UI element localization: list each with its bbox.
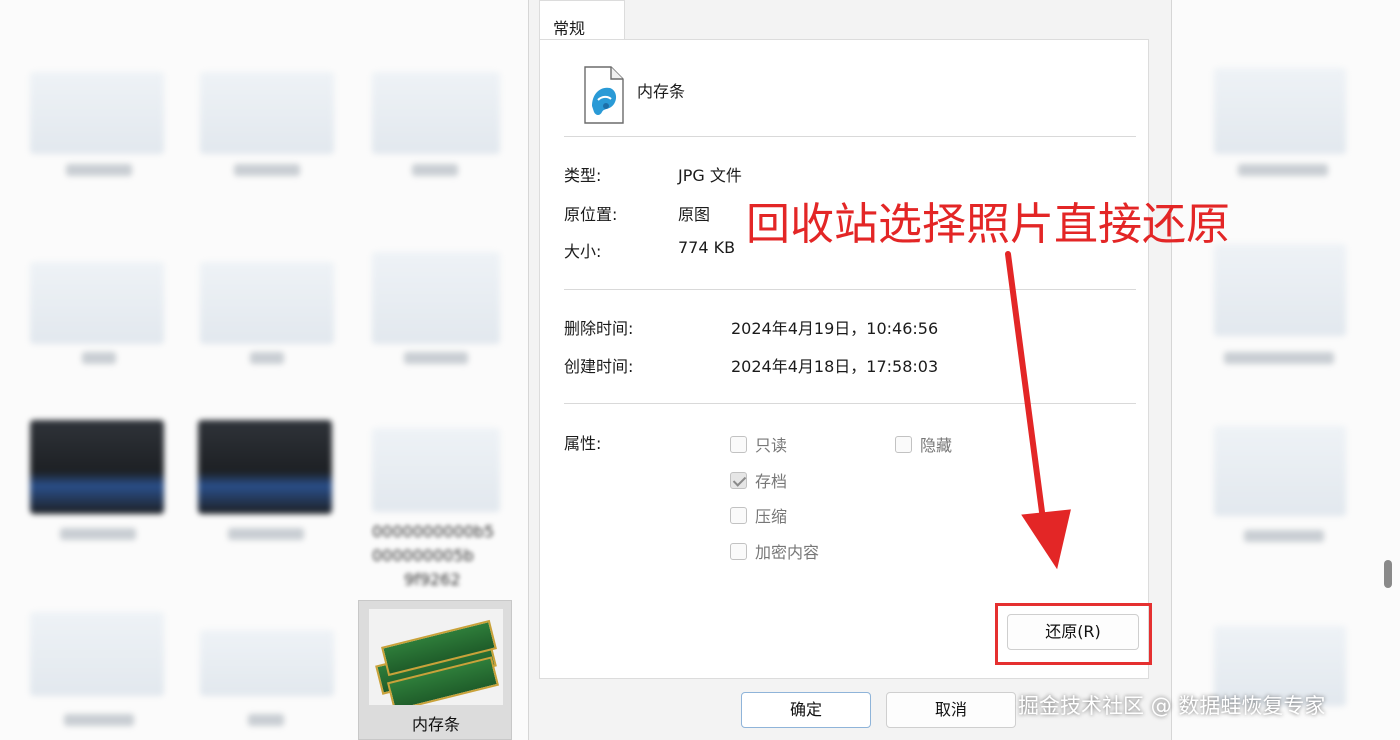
blurred-thumbnail[interactable] [30, 72, 164, 154]
explorer-left-area: 0000000000b5 000000005b 9f9262 内存条 [0, 0, 528, 740]
blurred-caption [250, 352, 284, 364]
blurred-caption [248, 714, 284, 726]
blurred-caption [228, 528, 304, 540]
encrypt-checkbox-row[interactable]: 加密内容 [730, 539, 819, 563]
archive-checkbox-label: 存档 [755, 472, 788, 491]
annotation-text: 回收站选择照片直接还原 [746, 199, 1230, 250]
archive-checkbox[interactable] [730, 471, 747, 489]
ok-button[interactable]: 确定 [741, 692, 871, 728]
blurred-thumbnail[interactable] [1214, 426, 1346, 516]
hidden-checkbox[interactable] [895, 435, 912, 453]
compress-checkbox[interactable] [730, 506, 747, 524]
location-label: 原位置: [564, 205, 618, 224]
readonly-checkbox[interactable] [730, 435, 747, 453]
type-value: JPG 文件 [678, 166, 742, 185]
blurred-caption [64, 714, 134, 726]
blurred-caption [234, 164, 300, 176]
hidden-checkbox-row[interactable]: 隐藏 [895, 432, 952, 456]
blurred-caption-text: 0000000000b5 [372, 522, 495, 541]
selected-file-tile[interactable]: 内存条 [358, 600, 512, 740]
blurred-thumbnail-dark[interactable] [30, 420, 164, 514]
size-value: 774 KB [678, 238, 736, 257]
blurred-thumbnail[interactable] [372, 252, 500, 344]
blurred-thumbnail[interactable] [30, 612, 164, 696]
blurred-caption [82, 352, 116, 364]
blurred-caption [1224, 352, 1334, 364]
blurred-thumbnail[interactable] [1214, 68, 1346, 154]
created-value: 2024年4月18日，17:58:03 [731, 357, 939, 376]
blurred-thumbnail[interactable] [372, 428, 500, 512]
archive-checkbox-row[interactable]: 存档 [730, 468, 787, 492]
image-file-icon [584, 66, 624, 124]
divider [564, 136, 1136, 137]
blurred-caption [404, 352, 468, 364]
blurred-caption [412, 164, 458, 176]
blurred-thumbnail[interactable] [200, 262, 334, 344]
blurred-thumbnail[interactable] [372, 72, 500, 154]
blurred-thumbnail[interactable] [1214, 244, 1346, 336]
blurred-thumbnail-dark[interactable] [198, 420, 332, 514]
created-label: 创建时间: [564, 357, 634, 376]
blurred-thumbnail[interactable] [200, 630, 334, 696]
blurred-thumbnail[interactable] [200, 72, 334, 154]
blurred-caption [66, 164, 132, 176]
blurred-caption-text: 000000005b [372, 546, 474, 565]
tab-general[interactable]: 常规 [539, 0, 625, 40]
selected-file-label: 内存条 [411, 715, 460, 734]
tab-bar: 常规 [539, 0, 1149, 40]
type-label: 类型: [564, 166, 602, 185]
blurred-thumbnail[interactable] [30, 262, 164, 344]
blurred-caption [1244, 530, 1324, 542]
file-name: 内存条 [637, 82, 686, 101]
deleted-value: 2024年4月19日，10:46:56 [731, 319, 939, 338]
blurred-caption-text: 9f9262 [404, 570, 461, 589]
compress-checkbox-label: 压缩 [755, 507, 788, 526]
watermark: 掘金技术社区 @ 数据蛙恢复专家 [1018, 694, 1326, 718]
memory-stick-photo [369, 609, 503, 705]
compress-checkbox-row[interactable]: 压缩 [730, 503, 787, 527]
red-arrow-icon [1005, 251, 1071, 570]
hidden-checkbox-label: 隐藏 [920, 436, 953, 455]
explorer-right-area [1172, 0, 1400, 740]
cancel-button[interactable]: 取消 [886, 692, 1016, 728]
blurred-caption [60, 528, 136, 540]
readonly-checkbox-label: 只读 [755, 436, 788, 455]
encrypt-checkbox-label: 加密内容 [755, 543, 820, 562]
deleted-label: 删除时间: [564, 319, 634, 338]
size-label: 大小: [564, 242, 602, 261]
encrypt-checkbox[interactable] [730, 542, 747, 560]
attributes-label: 属性: [564, 434, 602, 453]
location-value: 原图 [678, 205, 711, 224]
readonly-checkbox-row[interactable]: 只读 [730, 432, 787, 456]
restore-highlight-box [995, 603, 1152, 665]
blurred-caption [1238, 164, 1328, 176]
scrollbar-thumb[interactable] [1384, 560, 1392, 588]
